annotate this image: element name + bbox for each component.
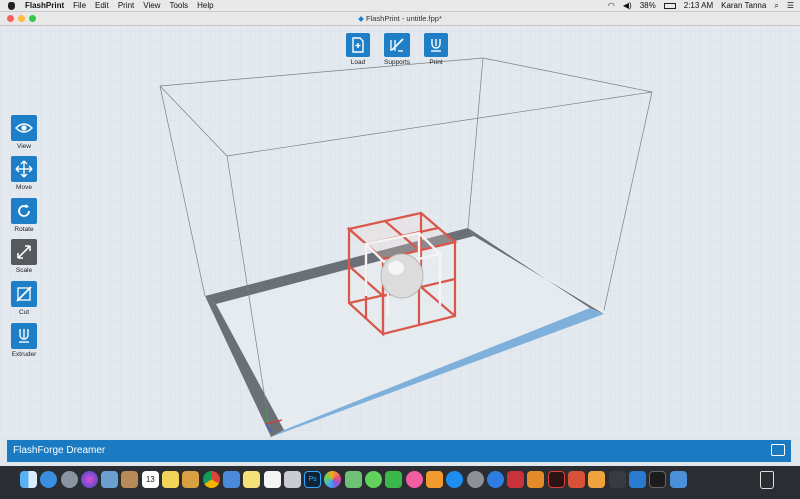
eye-icon (15, 123, 33, 133)
view-tool[interactable]: View (11, 115, 37, 150)
vscode-icon[interactable] (628, 471, 646, 488)
battery-icon[interactable] (663, 2, 676, 9)
rotate-tool[interactable]: Rotate (11, 198, 37, 233)
window-title: ◆ FlashPrint - untitle.fpp* (0, 12, 800, 25)
sourcetree-icon[interactable] (486, 471, 504, 488)
volume-icon[interactable]: ◀) (623, 1, 632, 10)
photos-browser-icon[interactable] (182, 471, 200, 488)
terminal-dark-icon[interactable] (649, 471, 667, 488)
clock[interactable]: 2:13 AM (684, 1, 713, 10)
load-tool[interactable]: Load (346, 33, 370, 66)
evernote-icon[interactable] (588, 471, 606, 488)
supports-button[interactable] (384, 33, 411, 57)
battery-percent[interactable]: 38% (640, 1, 656, 10)
file-add-icon (352, 37, 364, 53)
print-tool[interactable]: Print (424, 33, 448, 66)
maps-icon[interactable] (344, 471, 362, 488)
build-canvas[interactable]: Load Supports Print View Move Rotate Sca… (0, 26, 800, 437)
terminal-icon[interactable] (608, 471, 626, 488)
notes-yellow-icon[interactable] (243, 471, 261, 488)
chrome-icon[interactable] (202, 471, 220, 488)
notes-icon[interactable] (162, 471, 180, 488)
app-store-icon[interactable] (446, 471, 464, 488)
rotate-icon (18, 204, 30, 217)
calendar-day: 13 (145, 475, 155, 484)
dock-icons: 13 Ps (20, 471, 687, 488)
rotate-button[interactable] (11, 198, 37, 224)
notification-icon[interactable]: ☰ (787, 1, 794, 10)
move-arrows-icon (15, 160, 33, 178)
cut-tool[interactable]: Cut (11, 281, 37, 316)
supports-tool[interactable]: Supports (384, 33, 410, 66)
facetime-icon[interactable] (385, 471, 403, 488)
window-title-bar: ◆ FlashPrint - untitle.fpp* (0, 12, 800, 26)
reminders-icon[interactable] (263, 471, 281, 488)
printer-name: FlashForge Dreamer (13, 445, 106, 456)
menu-view[interactable]: View (143, 0, 160, 11)
finder-icon[interactable] (20, 471, 37, 488)
sublime-icon[interactable] (568, 471, 586, 488)
cut-button[interactable] (11, 281, 37, 307)
extruder-button[interactable] (11, 323, 37, 349)
load-button[interactable] (346, 33, 370, 57)
menu-tools[interactable]: Tools (169, 0, 188, 11)
cut-icon (16, 286, 32, 302)
ibooks-icon[interactable] (425, 471, 443, 488)
supports-icon (390, 38, 404, 52)
calendar-icon[interactable]: 13 (141, 471, 159, 488)
wifi-icon[interactable]: ◠ (608, 1, 615, 10)
keynote-icon[interactable] (222, 471, 240, 488)
menu-print[interactable]: Print (118, 0, 134, 11)
view-label: View (17, 143, 31, 150)
messages-icon[interactable] (365, 471, 383, 488)
scale-tool[interactable]: Scale (11, 239, 37, 274)
menu-app-name[interactable]: FlashPrint (25, 0, 64, 11)
scale-label: Scale (15, 267, 33, 274)
photoshop-icon[interactable]: Ps (304, 471, 322, 488)
scale-arrows-icon (17, 245, 31, 259)
monitor-icon[interactable] (771, 444, 785, 456)
siri-icon[interactable] (80, 471, 98, 488)
print-nozzle-icon (431, 39, 441, 52)
menu-bar: FlashPrint File Edit Print View Tools He… (0, 0, 800, 12)
preferences-icon[interactable] (466, 471, 484, 488)
extruder-label: Extruder (11, 351, 37, 358)
load-label: Load (350, 59, 366, 66)
printer-status-bar: FlashForge Dreamer (7, 440, 791, 462)
move-button[interactable] (11, 156, 37, 182)
menu-edit[interactable]: Edit (95, 0, 109, 11)
preview-icon[interactable] (101, 471, 119, 488)
menu-file[interactable]: File (73, 0, 86, 11)
user-name[interactable]: Karan Tanna (721, 1, 766, 10)
rotate-label: Rotate (14, 226, 34, 233)
menu-help[interactable]: Help (197, 0, 213, 11)
build-volume-view[interactable] (0, 26, 800, 437)
apple-icon[interactable] (8, 1, 15, 10)
supports-label: Supports (384, 59, 411, 66)
flashprint-doc-icon: ◆ (358, 14, 364, 23)
move-tool[interactable]: Move (11, 156, 37, 191)
print-button[interactable] (424, 33, 448, 57)
move-label: Move (16, 184, 32, 191)
view-button[interactable] (11, 115, 37, 141)
scale-button[interactable] (11, 239, 37, 265)
filemerge-icon[interactable] (283, 471, 301, 488)
window-title-text: FlashPrint - untitle.fpp* (366, 14, 442, 23)
safari-icon[interactable] (40, 471, 58, 488)
model-sphere (380, 253, 424, 299)
print-label: Print (429, 59, 443, 66)
extruder-icon (19, 329, 29, 343)
autocad-icon[interactable] (507, 471, 525, 488)
android-studio-icon[interactable] (669, 471, 687, 488)
acrobat-icon[interactable] (547, 471, 565, 488)
photos-icon[interactable] (324, 471, 342, 488)
itunes-icon[interactable] (405, 471, 423, 488)
contacts-icon[interactable] (121, 471, 139, 488)
search-icon[interactable]: ⌕ (774, 1, 778, 11)
cut-label: Cut (18, 309, 30, 316)
extruder-tool[interactable]: Extruder (11, 323, 37, 358)
fontexplorer-icon[interactable] (527, 471, 545, 488)
launchpad-icon[interactable] (60, 471, 78, 488)
trash-icon[interactable] (760, 471, 774, 489)
